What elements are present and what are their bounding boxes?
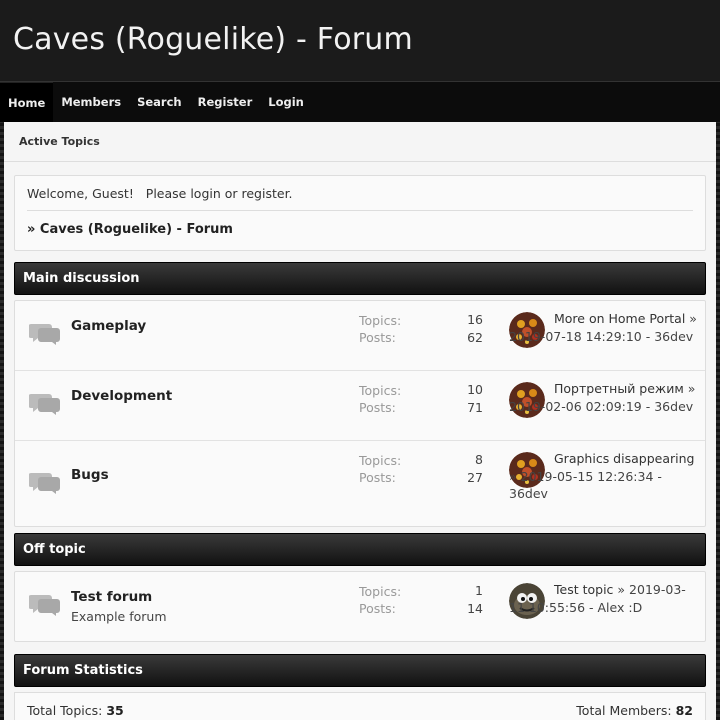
last-post: Graphics disappearing » 2019-05-15 12:26… xyxy=(509,451,695,501)
last-post-arrow[interactable]: » xyxy=(509,469,517,484)
main-content: Active Topics Welcome, Guest! Please log… xyxy=(4,122,716,720)
last-post-title[interactable]: Портретный режим xyxy=(554,381,684,396)
posts-count: 27 xyxy=(467,470,483,485)
nav-register[interactable]: Register xyxy=(190,82,261,122)
last-post-author[interactable]: 36dev xyxy=(654,399,693,414)
last-post-title[interactable]: Graphics disappearing xyxy=(554,451,694,466)
last-post: Test topic » 2019-03-11 10:55:56 - Alex … xyxy=(509,582,686,615)
topics-label: Topics: xyxy=(359,453,402,468)
category-header-off-topic[interactable]: Off topic xyxy=(14,533,706,566)
topics-count: 8 xyxy=(475,452,483,467)
last-post-author[interactable]: 36dev xyxy=(654,329,693,344)
site-header: Caves (Roguelike) - Forum xyxy=(0,0,720,82)
last-post-arrow[interactable]: » xyxy=(688,381,696,396)
welcome-prefix: Welcome, Guest! xyxy=(27,186,134,201)
board-row: Development Topics: 10 Posts: 71 Портрет… xyxy=(15,371,705,441)
main-nav: Home Members Search Register Login xyxy=(0,82,720,122)
last-post: Портретный режим » 2019-02-06 02:09:19 -… xyxy=(509,381,696,414)
posts-count: 71 xyxy=(467,400,483,415)
statistics-header[interactable]: Forum Statistics xyxy=(14,654,706,687)
topics-count: 10 xyxy=(467,382,483,397)
last-post-author[interactable]: 36dev xyxy=(509,486,548,501)
chat-bubbles-icon xyxy=(29,595,60,616)
board-name[interactable]: Gameplay xyxy=(71,318,146,334)
total-topics-label: Total Topics: xyxy=(27,703,103,718)
last-post-date: 2019-07-18 14:29:10 xyxy=(509,328,642,344)
board-description: Example forum xyxy=(71,609,167,624)
nav-members[interactable]: Members xyxy=(53,82,129,122)
posts-count: 62 xyxy=(467,330,483,345)
posts-label: Posts: xyxy=(359,601,396,616)
board-list-off-topic: Test forum Example forum Topics: 1 Posts… xyxy=(14,571,706,642)
last-post-date: 2019-05-15 12:26:34 xyxy=(520,468,654,484)
topics-label: Topics: xyxy=(359,584,402,599)
category-header-main-discussion[interactable]: Main discussion xyxy=(14,262,706,295)
chat-bubbles-icon xyxy=(29,473,60,494)
last-post-date: 2019-02-06 02:09:19 xyxy=(509,398,642,414)
tab-active-topics[interactable]: Active Topics xyxy=(4,122,716,162)
total-members: Total Members: 82 xyxy=(576,703,693,718)
topics-label: Topics: xyxy=(359,313,402,328)
posts-label: Posts: xyxy=(359,330,396,345)
site-title[interactable]: Caves (Roguelike) - Forum xyxy=(13,22,413,57)
welcome-box: Welcome, Guest! Please login or register… xyxy=(14,175,706,251)
posts-label: Posts: xyxy=(359,470,396,485)
breadcrumb[interactable]: » Caves (Roguelike) - Forum xyxy=(27,222,233,237)
total-members-value[interactable]: 82 xyxy=(676,703,693,718)
total-members-label: Total Members: xyxy=(576,703,672,718)
last-post-author[interactable]: Alex :D xyxy=(598,600,643,615)
last-post-title[interactable]: More on Home Portal xyxy=(554,311,685,326)
topics-label: Topics: xyxy=(359,383,402,398)
board-name[interactable]: Bugs xyxy=(71,467,109,483)
last-post-arrow[interactable]: » xyxy=(689,311,697,326)
total-topics: Total Topics: 35 xyxy=(27,703,124,718)
last-post-title[interactable]: Test topic xyxy=(554,582,613,597)
chat-bubbles-icon xyxy=(29,324,60,345)
topics-count: 16 xyxy=(467,312,483,327)
board-name[interactable]: Test forum xyxy=(71,589,152,605)
welcome-text: Welcome, Guest! Please login or register… xyxy=(27,186,293,201)
board-row: Gameplay Topics: 16 Posts: 62 More on Ho… xyxy=(15,301,705,371)
divider xyxy=(27,210,693,211)
posts-count: 14 xyxy=(467,601,483,616)
statistics-box: Total Topics: 35 Total Members: 82 xyxy=(14,692,706,720)
nav-search[interactable]: Search xyxy=(129,82,190,122)
last-post: More on Home Portal » 2019-07-18 14:29:1… xyxy=(509,311,697,344)
chat-bubbles-icon xyxy=(29,394,60,415)
board-row: Test forum Example forum Topics: 1 Posts… xyxy=(15,572,705,641)
board-row: Bugs Topics: 8 Posts: 27 Graphics disapp… xyxy=(15,441,705,527)
nav-home[interactable]: Home xyxy=(0,82,54,122)
board-list-main-discussion: Gameplay Topics: 16 Posts: 62 More on Ho… xyxy=(14,300,706,527)
last-post-arrow[interactable]: » xyxy=(617,582,625,597)
nav-login[interactable]: Login xyxy=(260,82,312,122)
total-topics-value: 35 xyxy=(106,703,124,718)
posts-label: Posts: xyxy=(359,400,396,415)
topics-count: 1 xyxy=(475,583,483,598)
board-name[interactable]: Development xyxy=(71,388,172,404)
welcome-message[interactable]: Please login or register. xyxy=(146,186,293,201)
